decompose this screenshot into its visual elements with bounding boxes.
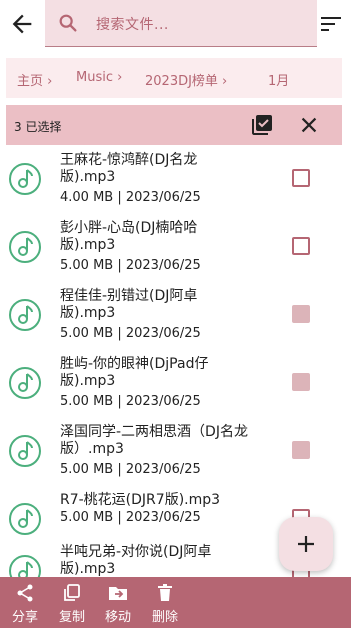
list-item[interactable]: 泽国同学-二两相思酒（DJ名龙版）.mp3 5.00 MB | 2023/06/… — [0, 422, 351, 490]
file-name: 程佳佳-别错过(DJ阿卓版).mp3 — [60, 288, 198, 321]
file-meta: 5.00 MB | 2023/06/25 — [60, 462, 201, 477]
breadcrumb-item-january[interactable]: 1月 — [268, 70, 289, 89]
file-checkbox[interactable] — [292, 169, 310, 187]
copy-label: 复制 — [58, 610, 85, 625]
bottom-action-bar: 分享 复制 移动 删除 — [0, 577, 351, 628]
delete-button[interactable]: 删除 — [145, 581, 185, 625]
search-placeholder: 搜索文件... — [96, 17, 169, 33]
file-name: 半吨兄弟-对你说(DJ阿卓版).mp3 — [60, 544, 212, 577]
sort-icon[interactable] — [318, 12, 344, 36]
delete-label: 删除 — [151, 610, 178, 625]
select-all-icon[interactable] — [250, 113, 274, 137]
move-label: 移动 — [104, 610, 131, 625]
close-icon[interactable] — [298, 114, 320, 136]
list-item[interactable]: 彭小胖-心岛(DJ楠哈哈版).mp3 5.00 MB | 2023/06/25 — [0, 218, 351, 286]
list-item[interactable]: 胜屿-你的眼神(DjPad仔版).mp3 5.00 MB | 2023/06/2… — [0, 354, 351, 422]
move-button[interactable]: 移动 — [98, 581, 138, 625]
breadcrumb-item-home[interactable]: 主页 › — [17, 70, 52, 89]
music-file-icon — [8, 502, 42, 536]
delete-icon — [155, 583, 175, 603]
add-button[interactable] — [279, 517, 333, 571]
file-meta: 5.00 MB | 2023/06/25 — [60, 326, 201, 341]
music-file-icon — [8, 434, 42, 468]
file-name: 胜屿-你的眼神(DjPad仔版).mp3 — [60, 356, 209, 389]
plus-icon — [298, 536, 314, 552]
back-arrow-icon[interactable] — [8, 10, 36, 38]
file-checkbox[interactable] — [292, 441, 310, 459]
music-file-icon — [8, 162, 42, 196]
breadcrumb-item-2023dj[interactable]: 2023DJ榜单 › — [145, 70, 227, 89]
list-item[interactable]: 程佳佳-别错过(DJ阿卓版).mp3 5.00 MB | 2023/06/25 — [0, 286, 351, 354]
search-icon — [57, 12, 79, 34]
file-checkbox[interactable] — [292, 305, 310, 323]
selection-bar: 3 已选择 — [6, 105, 342, 145]
music-file-icon — [8, 230, 42, 264]
top-app-bar: 搜索文件... — [0, 0, 351, 48]
file-meta: 5.00 MB | 2023/06/25 — [60, 258, 201, 273]
move-icon — [108, 583, 128, 603]
share-label: 分享 — [11, 610, 38, 625]
music-file-icon — [8, 298, 42, 332]
file-meta: 4.00 MB | 2023/06/25 — [60, 190, 201, 205]
selected-count: 3 已选择 — [14, 120, 62, 134]
file-name: R7-桃花运(DJR7版).mp3 — [60, 492, 221, 508]
share-icon — [15, 583, 35, 603]
music-file-icon — [8, 366, 42, 400]
file-name: 彭小胖-心岛(DJ楠哈哈版).mp3 — [60, 220, 198, 253]
file-checkbox[interactable] — [292, 237, 310, 255]
breadcrumb: 主页 › Music › 2023DJ榜单 › 1月 — [6, 58, 342, 98]
file-name: 泽国同学-二两相思酒（DJ名龙版）.mp3 — [60, 424, 248, 457]
list-item[interactable]: 王麻花-惊鸿醉(DJ名龙版).mp3 4.00 MB | 2023/06/25 — [0, 150, 351, 218]
file-meta: 5.00 MB | 2023/06/25 — [60, 394, 201, 409]
file-checkbox[interactable] — [292, 373, 310, 391]
file-name: 王麻花-惊鸿醉(DJ名龙版).mp3 — [60, 152, 198, 185]
copy-icon — [62, 583, 82, 603]
share-button[interactable]: 分享 — [5, 581, 45, 625]
breadcrumb-item-music[interactable]: Music › — [76, 70, 122, 85]
search-input[interactable]: 搜索文件... — [45, 0, 317, 47]
file-meta: 5.00 MB | 2023/06/25 — [60, 510, 201, 525]
copy-button[interactable]: 复制 — [52, 581, 92, 625]
